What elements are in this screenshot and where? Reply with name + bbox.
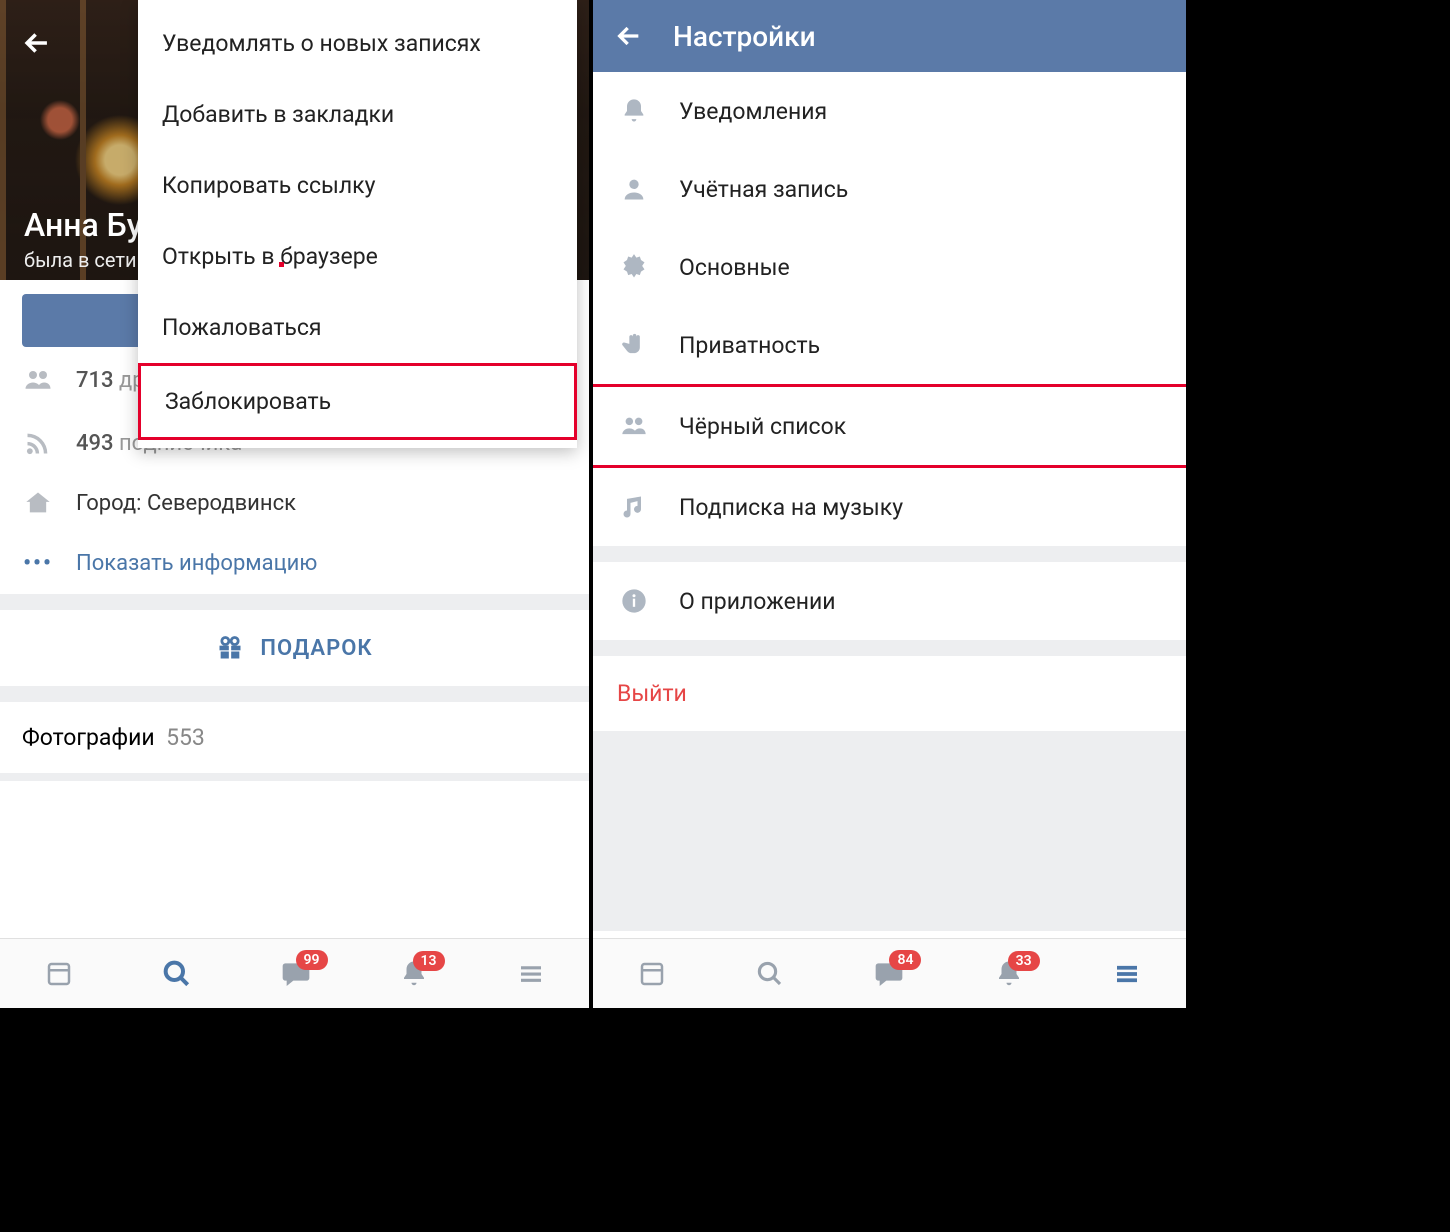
- divider: [0, 594, 589, 610]
- menu-item-5[interactable]: Заблокировать: [138, 363, 577, 440]
- settings-item-bell[interactable]: Уведомления: [593, 72, 1186, 150]
- nav-notifications-icon[interactable]: 13: [399, 959, 429, 989]
- dots-icon: •••: [22, 551, 54, 576]
- home-icon: [22, 487, 54, 519]
- settings-item-label: Учётная запись: [679, 176, 848, 203]
- settings-list: Уведомления Учётная запись Основные Приватн…: [593, 72, 1186, 546]
- settings-item-label: Подписка на музыку: [679, 494, 903, 521]
- user-icon: [617, 172, 651, 206]
- profile-screen: Анна Бу была в сети Сообщение 713 друзей…: [0, 0, 593, 1008]
- settings-item-music[interactable]: Подписка на музыку: [593, 468, 1186, 546]
- bell-icon: [617, 94, 651, 128]
- settings-item-label: Уведомления: [679, 98, 827, 125]
- logout-section: Выйти: [593, 656, 1186, 731]
- city-text: Город: Северодвинск: [76, 491, 296, 516]
- settings-item-hand[interactable]: Приватность: [593, 306, 1186, 384]
- spacer: [593, 731, 1186, 931]
- gift-button[interactable]: ПОДАРОК: [0, 610, 589, 686]
- settings-screen: Настройки Уведомления Учётная запись Основ…: [593, 0, 1186, 1008]
- people-icon: [617, 409, 651, 443]
- nav-search-icon[interactable]: [161, 958, 193, 990]
- divider: [0, 686, 589, 702]
- nav-messages-icon[interactable]: 99: [280, 958, 312, 990]
- nav-menu-icon[interactable]: [516, 959, 546, 989]
- rss-icon: [22, 427, 54, 459]
- menu-item-0[interactable]: Уведомлять о новых записях: [138, 8, 577, 79]
- divider: [0, 773, 589, 781]
- nav-search-icon[interactable]: [755, 959, 785, 989]
- notifications-badge: 33: [1008, 951, 1040, 971]
- profile-context-menu: Уведомлять о новых записяхДобавить в зак…: [138, 0, 577, 448]
- music-icon: [617, 490, 651, 524]
- bottom-nav: 99 13: [0, 938, 589, 1008]
- photos-row[interactable]: Фотографии 553: [0, 702, 589, 773]
- settings-list-secondary: О приложении: [593, 562, 1186, 640]
- nav-news-icon[interactable]: [637, 959, 667, 989]
- menu-item-1[interactable]: Добавить в закладки: [138, 79, 577, 150]
- nav-news-icon[interactable]: [44, 959, 74, 989]
- logout-button[interactable]: Выйти: [593, 656, 1186, 731]
- settings-item-label: Чёрный список: [679, 413, 846, 440]
- messages-badge: 99: [296, 950, 328, 970]
- profile-name: Анна Бу: [24, 206, 142, 244]
- hand-icon: [617, 328, 651, 362]
- notifications-badge: 13: [413, 951, 445, 971]
- nav-menu-icon[interactable]: [1112, 959, 1142, 989]
- gear-icon: [617, 250, 651, 284]
- settings-item-about[interactable]: О приложении: [593, 562, 1186, 640]
- settings-item-gear[interactable]: Основные: [593, 228, 1186, 306]
- settings-header: Настройки: [593, 0, 1186, 72]
- divider: [593, 640, 1186, 656]
- menu-item-2[interactable]: Копировать ссылку: [138, 150, 577, 221]
- info-icon: [617, 584, 651, 618]
- nav-messages-icon[interactable]: 84: [873, 958, 905, 990]
- menu-item-3[interactable]: Открыть в браузере: [138, 221, 577, 292]
- settings-item-label: Приватность: [679, 332, 820, 359]
- city-row[interactable]: Город: Северодвинск: [0, 473, 589, 533]
- gift-icon: [216, 634, 244, 662]
- settings-item-user[interactable]: Учётная запись: [593, 150, 1186, 228]
- people-icon: [22, 364, 54, 396]
- settings-item-label: О приложении: [679, 588, 836, 615]
- messages-badge: 84: [889, 950, 921, 970]
- gift-label: ПОДАРОК: [260, 636, 372, 661]
- settings-title: Настройки: [673, 20, 816, 53]
- back-arrow-icon[interactable]: [20, 26, 54, 60]
- profile-status: была в сети: [24, 248, 137, 272]
- photos-label: Фотографии: [22, 724, 155, 751]
- divider: [593, 546, 1186, 562]
- show-info-button[interactable]: ••• Показать информацию: [0, 533, 589, 594]
- nav-notifications-icon[interactable]: 33: [994, 959, 1024, 989]
- red-dot-annotation: [279, 262, 284, 267]
- settings-item-label: Основные: [679, 254, 790, 281]
- back-arrow-icon[interactable]: [613, 20, 645, 52]
- photos-count: 553: [166, 724, 205, 751]
- bottom-nav: 84 33: [593, 938, 1186, 1008]
- show-info-label: Показать информацию: [76, 551, 317, 576]
- menu-item-4[interactable]: Пожаловаться: [138, 292, 577, 363]
- settings-item-people[interactable]: Чёрный список: [593, 384, 1186, 468]
